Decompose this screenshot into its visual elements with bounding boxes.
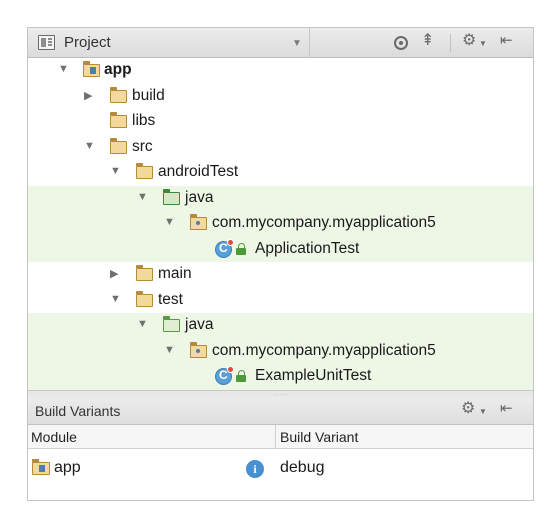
expand-arrow-icon[interactable]: ▼ — [110, 293, 121, 305]
build-variants-header: Build Variants ⚙ ▼ ⇤ — [28, 397, 533, 425]
tree-row-libs[interactable]: libs — [28, 109, 533, 135]
expand-arrow-icon[interactable]: ▼ — [137, 318, 148, 330]
tree-row-androidtest[interactable]: ▼ androidTest — [28, 160, 533, 186]
folder-icon — [109, 137, 127, 154]
test-class-icon — [215, 366, 234, 385]
tree-row-app[interactable]: ▼ app — [28, 58, 533, 84]
hide-panel-icon[interactable]: ⇤ — [500, 33, 513, 48]
project-tree: ▼ app ▶ build libs ▼ src ▼ androidTest ▼… — [28, 58, 533, 390]
expand-arrow-icon[interactable]: ▼ — [137, 191, 148, 203]
expand-arrow-icon[interactable]: ▼ — [164, 216, 175, 228]
folder-icon — [109, 86, 127, 103]
tree-item-label: java — [185, 316, 214, 333]
tree-item-label: main — [158, 265, 192, 282]
panel-splitter[interactable]: ····· — [28, 390, 533, 398]
tree-item-label: build — [132, 86, 165, 104]
collapse-arrow-icon[interactable]: ▶ — [110, 267, 118, 280]
tree-item-label: com.mycompany.myapplication5 — [212, 214, 436, 231]
tree-row-package-test[interactable]: ▼ com.mycompany.myapplication5 — [28, 338, 533, 364]
tree-item-label: src — [132, 137, 153, 155]
project-tool-window: Project ▼ ⇞ ⚙ ▼ ⇤ ▼ app ▶ build libs ▼ s… — [27, 27, 534, 501]
tree-item-label: com.mycompany.myapplication5 — [212, 341, 436, 359]
folder-icon — [135, 163, 153, 179]
gear-dropdown-caret-icon[interactable]: ▼ — [479, 407, 487, 416]
tree-row-exampleunittest[interactable]: ExampleUnitTest — [28, 364, 533, 390]
gear-icon[interactable]: ⚙ — [462, 33, 476, 49]
package-icon — [189, 341, 207, 358]
tree-item-label: androidTest — [158, 163, 239, 180]
tree-row-java-androidtest[interactable]: ▼ java — [28, 185, 533, 211]
lock-icon — [236, 370, 247, 383]
folder-icon — [135, 265, 153, 281]
tree-row-test[interactable]: ▼ test — [28, 288, 533, 314]
package-icon — [189, 214, 207, 230]
module-folder-icon — [82, 61, 100, 77]
project-view-label: Project — [64, 34, 111, 51]
project-view-selector[interactable]: Project ▼ — [28, 28, 310, 57]
project-header: Project ▼ ⇞ ⚙ ▼ ⇤ — [28, 28, 533, 58]
test-class-icon — [215, 238, 234, 258]
tree-item-label: app — [104, 61, 132, 78]
build-variants-title: Build Variants — [35, 403, 121, 419]
column-divider[interactable] — [275, 425, 276, 449]
expand-arrow-icon[interactable]: ▼ — [164, 344, 175, 356]
column-header-module[interactable]: Module — [31, 429, 77, 445]
expand-arrow-icon[interactable]: ▼ — [110, 165, 121, 177]
test-source-folder-icon — [162, 188, 180, 205]
tree-row-package-androidtest[interactable]: ▼ com.mycompany.myapplication5 — [28, 211, 533, 237]
expand-arrow-icon[interactable]: ▼ — [84, 140, 95, 152]
chevron-down-icon[interactable]: ▼ — [292, 38, 302, 49]
hide-panel-icon[interactable]: ⇤ — [500, 401, 513, 416]
tree-item-label: ExampleUnitTest — [255, 367, 372, 384]
tree-item-label: java — [185, 188, 214, 206]
lock-icon — [236, 242, 247, 256]
tree-row-src[interactable]: ▼ src — [28, 135, 533, 161]
module-folder-icon — [31, 459, 50, 475]
tree-row-applicationtest[interactable]: ApplicationTest — [28, 236, 533, 262]
info-icon[interactable]: i — [246, 460, 264, 478]
tree-row-main[interactable]: ▶ main — [28, 262, 533, 288]
tree-row-build[interactable]: ▶ build — [28, 84, 533, 110]
module-name: app — [54, 459, 81, 476]
collapse-arrow-icon[interactable]: ▶ — [84, 89, 92, 102]
gear-icon[interactable]: ⚙ — [461, 401, 475, 417]
toolbar-divider — [450, 34, 451, 52]
table-row[interactable]: app i debug — [28, 456, 533, 482]
test-source-folder-icon — [162, 316, 180, 332]
expand-arrow-icon[interactable]: ▼ — [58, 63, 69, 75]
gear-dropdown-caret-icon[interactable]: ▼ — [479, 39, 487, 48]
folder-icon — [109, 112, 127, 128]
project-view-icon — [38, 35, 55, 50]
tree-item-label: libs — [132, 112, 156, 129]
tree-item-label: ApplicationTest — [255, 239, 360, 257]
tree-item-label: test — [158, 290, 183, 308]
build-variant-select[interactable]: debug — [280, 459, 325, 477]
folder-icon — [135, 290, 153, 307]
locate-target-icon[interactable] — [394, 36, 408, 50]
column-header-build-variant[interactable]: Build Variant — [280, 429, 358, 445]
collapse-all-icon[interactable]: ⇞ — [421, 33, 434, 49]
build-variants-table-header: Module Build Variant — [28, 425, 533, 449]
tree-row-java-test[interactable]: ▼ java — [28, 313, 533, 339]
